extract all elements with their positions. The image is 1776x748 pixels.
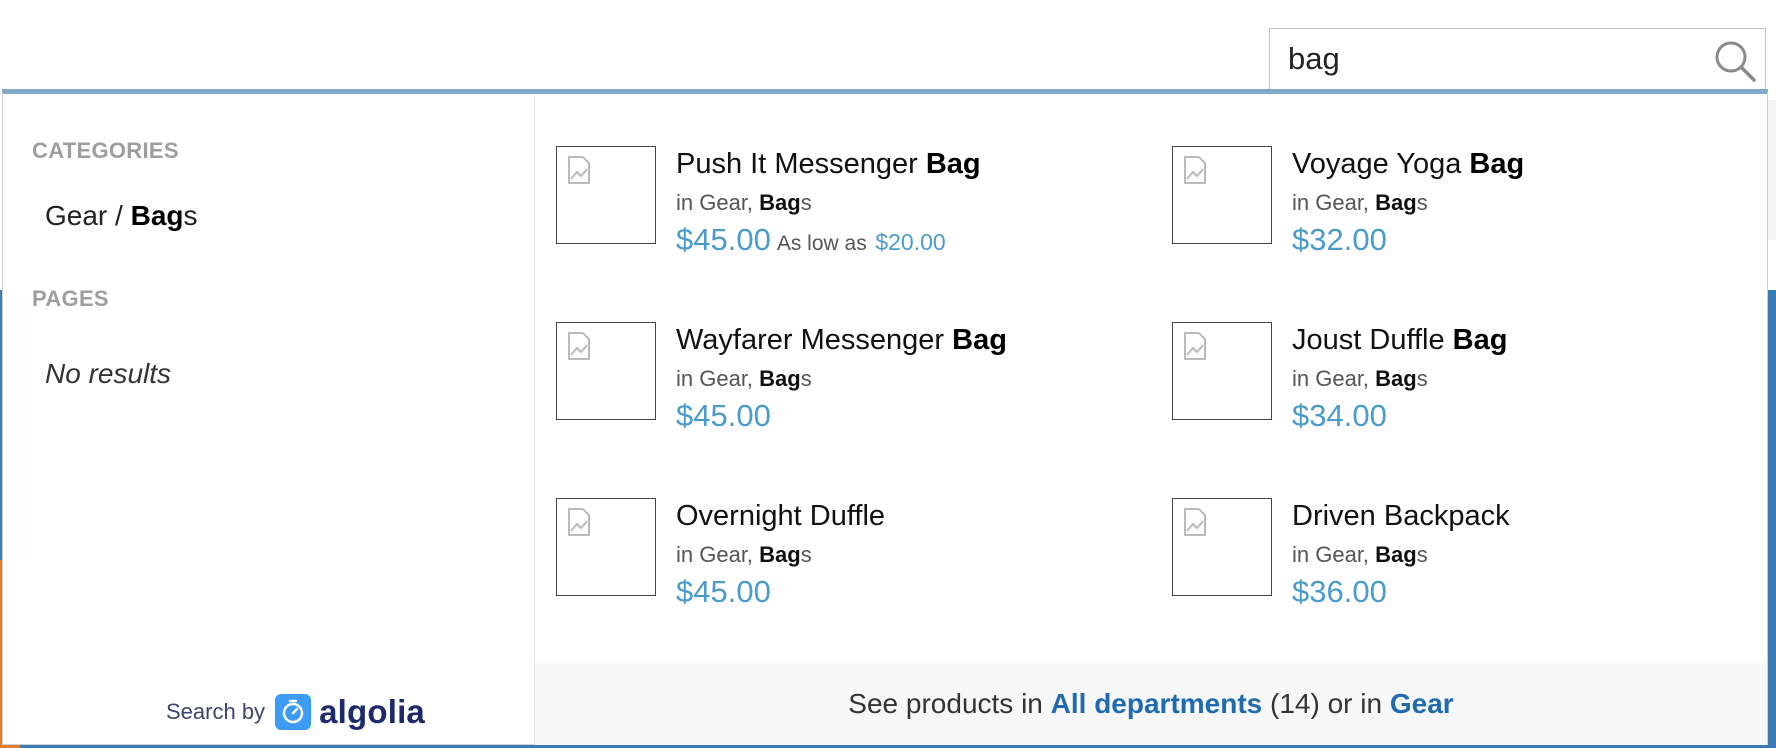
- pages-no-results: No results: [45, 358, 172, 389]
- sidebar: CATEGORIES Gear / Bags PAGES No results …: [3, 94, 535, 744]
- autocomplete-dropdown: CATEGORIES Gear / Bags PAGES No results …: [2, 89, 1768, 745]
- product-name: Push It Messenger Bag: [676, 148, 981, 180]
- product-name: Wayfarer Messenger Bag: [676, 324, 1007, 356]
- algolia-wordmark: algolia: [319, 693, 425, 730]
- algolia-logo: algolia: [275, 693, 425, 731]
- image-placeholder-icon: [1184, 508, 1206, 536]
- product-name: Joust Duffle Bag: [1292, 324, 1508, 356]
- product-category: in Gear, Bags: [1292, 190, 1428, 215]
- product-price: $45.00: [676, 574, 771, 609]
- product-item[interactable]: Overnight Duffle in Gear, Bags $45.00: [556, 498, 1116, 618]
- footer-prefix: See products in: [848, 688, 1051, 719]
- as-low-as-label: As low as: [776, 232, 867, 255]
- image-placeholder-icon: [568, 508, 590, 536]
- pages-heading: PAGES: [32, 286, 109, 311]
- product-category: in Gear, Bags: [676, 366, 812, 391]
- category-item[interactable]: Gear / Bags: [45, 200, 198, 232]
- all-departments-link[interactable]: All departments: [1051, 688, 1263, 720]
- image-placeholder-icon: [1184, 332, 1206, 360]
- product-category: in Gear, Bags: [676, 190, 812, 215]
- search-icon[interactable]: [1713, 39, 1757, 83]
- search-by-label: Search by: [166, 699, 266, 724]
- product-item[interactable]: Joust Duffle Bag in Gear, Bags $34.00: [1172, 322, 1732, 442]
- product-price: $34.00: [1292, 398, 1387, 433]
- product-category: in Gear, Bags: [676, 542, 812, 567]
- see-all-products-bar: See products in All departments (14) or …: [535, 663, 1767, 745]
- image-placeholder-icon: [568, 156, 590, 184]
- product-thumbnail: [1172, 322, 1272, 420]
- product-name: Overnight Duffle: [676, 500, 886, 532]
- product-thumbnail: [556, 146, 656, 244]
- product-category: in Gear, Bags: [1292, 542, 1428, 567]
- search-by-algolia[interactable]: Search by algolia: [166, 690, 425, 734]
- product-price: $45.00: [676, 398, 771, 433]
- category-prefix: Gear /: [45, 200, 131, 231]
- product-thumbnail: [556, 498, 656, 596]
- search-box[interactable]: [1269, 28, 1766, 92]
- product-thumbnail: [1172, 146, 1272, 244]
- product-category: in Gear, Bags: [1292, 366, 1428, 391]
- category-match: Bag: [130, 200, 184, 231]
- product-name: Voyage Yoga Bag: [1292, 148, 1525, 180]
- product-name: Driven Backpack: [1292, 500, 1510, 532]
- product-item[interactable]: Voyage Yoga Bag in Gear, Bags $32.00: [1172, 146, 1732, 266]
- product-item[interactable]: Push It Messenger Bag in Gear, Bags $45.…: [556, 146, 1116, 266]
- as-low-as-price: $20.00: [875, 229, 946, 255]
- categories-heading: CATEGORIES: [32, 138, 179, 163]
- image-placeholder-icon: [568, 332, 590, 360]
- product-price: $45.00 As low as $20.00: [676, 222, 946, 257]
- search-input[interactable]: [1288, 39, 1688, 79]
- product-item[interactable]: Wayfarer Messenger Bag in Gear, Bags $45…: [556, 322, 1116, 442]
- product-thumbnail: [1172, 498, 1272, 596]
- product-thumbnail: [556, 322, 656, 420]
- algolia-icon: [275, 694, 312, 730]
- image-placeholder-icon: [1184, 156, 1206, 184]
- product-price: $32.00: [1292, 222, 1387, 257]
- category-suffix: s: [183, 200, 198, 231]
- footer-count: (14) or in: [1262, 688, 1390, 719]
- gear-link[interactable]: Gear: [1390, 688, 1454, 720]
- product-price: $36.00: [1292, 574, 1387, 609]
- product-item[interactable]: Driven Backpack in Gear, Bags $36.00: [1172, 498, 1732, 618]
